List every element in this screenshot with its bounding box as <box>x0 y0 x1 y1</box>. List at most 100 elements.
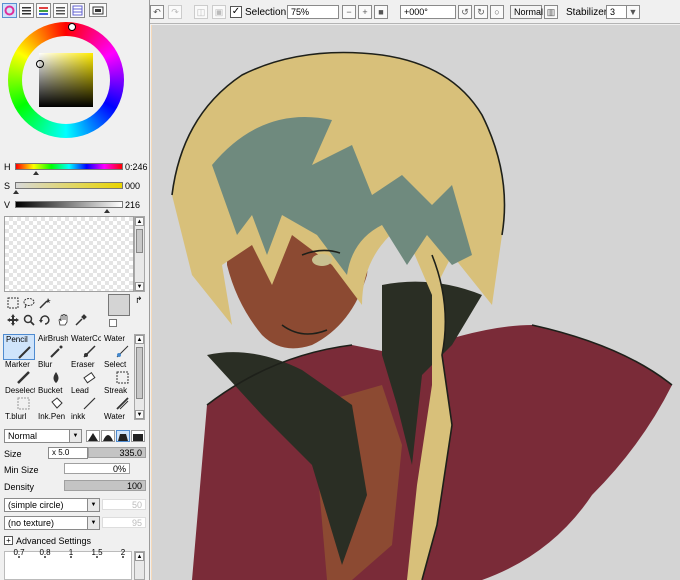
chevron-down-icon[interactable]: ▼ <box>626 5 640 19</box>
brush-blend-mode-select[interactable]: Normal ▼ <box>4 429 82 443</box>
tip-soft-icon[interactable] <box>116 430 130 442</box>
scroll-up-icon[interactable]: ▲ <box>135 217 144 226</box>
zoom-icon[interactable] <box>22 313 36 327</box>
size-multiplier-select[interactable]: x 5.0 <box>48 447 88 459</box>
brush-streak[interactable]: Streak <box>102 386 133 412</box>
brush-water[interactable]: Water <box>102 412 133 420</box>
saturation-slider-handle[interactable] <box>13 190 19 194</box>
texture-strength-slider[interactable]: 95 <box>102 517 146 528</box>
brush-waterco[interactable]: WaterCo <box>69 334 101 360</box>
brush-airbrush[interactable]: AirBrush <box>36 334 68 360</box>
swatch-scrollbar[interactable]: ▲ ▼ <box>134 216 145 292</box>
stabilizer-label: Stabilizer <box>566 7 608 18</box>
brush-name: inkk <box>71 412 86 420</box>
invert-selection-icon[interactable]: ▣ <box>212 5 226 19</box>
brush-name: T.blurl <box>5 412 27 420</box>
brush-bucket[interactable]: Bucket <box>36 386 68 412</box>
size-preset[interactable]: 2 <box>110 548 136 557</box>
foreground-color-swatch[interactable] <box>108 294 130 316</box>
size-preset[interactable]: 0.8 <box>32 548 58 557</box>
rotate-icon[interactable] <box>38 313 52 327</box>
value-slider-handle[interactable] <box>104 209 110 213</box>
brush-select[interactable]: Select <box>102 360 133 386</box>
tip-hard-icon[interactable] <box>86 430 100 442</box>
brush-marker[interactable]: Marker <box>3 360 35 386</box>
brush-ink-pen[interactable]: Ink.Pen <box>36 412 68 420</box>
brush-scroll-thumb[interactable] <box>136 347 143 399</box>
shape-strength-slider[interactable]: 50 <box>102 499 146 510</box>
hue-marker[interactable] <box>68 23 76 31</box>
scratchpad-icon[interactable] <box>70 3 85 18</box>
chevron-down-icon[interactable]: ▼ <box>87 499 99 511</box>
brush-deselect[interactable]: Deselect <box>3 386 35 412</box>
zoom-out-icon[interactable]: − <box>342 5 356 19</box>
brush-blur[interactable]: Blur <box>36 360 68 386</box>
flip-blend-select[interactable]: Normal <box>510 5 543 19</box>
brush-t-blurl[interactable]: T.blurl <box>3 412 35 420</box>
scroll-down-icon[interactable]: ▼ <box>135 282 144 291</box>
swatch-scroll-thumb[interactable] <box>136 229 143 253</box>
eraser-icon <box>83 371 97 384</box>
saturation-slider[interactable] <box>15 182 123 189</box>
scroll-up-icon[interactable]: ▲ <box>135 552 144 561</box>
scroll-down-icon[interactable]: ▼ <box>135 410 144 419</box>
brush-texture-select[interactable]: (no texture) ▼ <box>4 516 100 530</box>
value-slider[interactable] <box>15 201 123 208</box>
move-icon[interactable] <box>6 313 20 327</box>
color-scratch-area[interactable] <box>4 216 134 292</box>
min-size-slider[interactable]: 0% <box>64 463 130 474</box>
hand-icon[interactable] <box>56 313 70 327</box>
advanced-settings-label[interactable]: Advanced Settings <box>16 536 91 546</box>
reset-colors-icon[interactable] <box>109 319 117 327</box>
brush-pencil[interactable]: Pencil <box>3 334 35 360</box>
rect-select-icon[interactable] <box>6 296 20 310</box>
swatches-icon[interactable] <box>53 3 68 18</box>
deselect-icon[interactable]: ◫ <box>194 5 208 19</box>
rgb-sliders-icon[interactable] <box>19 3 34 18</box>
zoom-in-icon[interactable]: + <box>358 5 372 19</box>
density-slider[interactable]: 100 <box>64 480 146 491</box>
rotate-left-icon[interactable]: ↺ <box>458 5 472 19</box>
undo-icon[interactable]: ↶ <box>150 5 164 19</box>
rotation-select[interactable]: +000° <box>400 5 456 19</box>
tip-round-icon[interactable] <box>101 430 115 442</box>
drawing-canvas[interactable] <box>151 25 680 580</box>
brush-shape-select[interactable]: (simple circle) ▼ <box>4 498 100 512</box>
tip-flat-icon[interactable] <box>131 430 145 442</box>
zoom-select[interactable]: 75% <box>287 5 339 19</box>
size-preset[interactable]: 0.7 <box>6 548 32 557</box>
brush-eraser[interactable]: Eraser <box>69 360 101 386</box>
color-wheel-icon[interactable] <box>2 3 17 18</box>
flip-icon[interactable]: ▥ <box>544 5 558 19</box>
sv-marker[interactable] <box>36 60 44 68</box>
size-presets-scrollbar[interactable]: ▲ <box>134 551 145 580</box>
panel-menu-icon[interactable] <box>89 3 107 17</box>
magic-wand-icon[interactable] <box>38 296 52 310</box>
hue-slider-handle[interactable] <box>33 171 39 175</box>
brush-scrollbar[interactable]: ▲ ▼ <box>134 334 145 420</box>
expand-plus-icon[interactable]: + <box>4 536 13 545</box>
brush-name: Blur <box>38 360 53 369</box>
fg-bg-color-selector[interactable]: ↱ <box>108 294 146 330</box>
brush-inkk[interactable]: inkk <box>69 412 101 420</box>
hsv-sliders-icon[interactable] <box>36 3 51 18</box>
selection-checkbox[interactable]: ✓ <box>230 6 242 18</box>
chevron-down-icon[interactable]: ▼ <box>69 430 81 442</box>
saturation-value-square[interactable] <box>39 53 93 107</box>
swap-colors-icon[interactable]: ↱ <box>135 295 143 306</box>
size-preset[interactable]: 1 <box>58 548 84 557</box>
hue-slider[interactable] <box>15 163 123 170</box>
zoom-reset-icon[interactable]: ■ <box>374 5 388 19</box>
color-wheel[interactable] <box>8 22 124 138</box>
brush-water[interactable]: Water <box>102 334 133 360</box>
scroll-up-icon[interactable]: ▲ <box>135 335 144 344</box>
eyedropper-icon[interactable] <box>74 313 88 327</box>
redo-icon[interactable]: ↷ <box>168 5 182 19</box>
rotate-right-icon[interactable]: ↻ <box>474 5 488 19</box>
lasso-icon[interactable] <box>22 296 36 310</box>
size-slider[interactable]: 335.0 <box>88 447 146 458</box>
size-preset[interactable]: 1.5 <box>84 548 110 557</box>
brush-lead[interactable]: Lead <box>69 386 101 412</box>
chevron-down-icon[interactable]: ▼ <box>87 517 99 529</box>
rotate-reset-icon[interactable]: ○ <box>490 5 504 19</box>
